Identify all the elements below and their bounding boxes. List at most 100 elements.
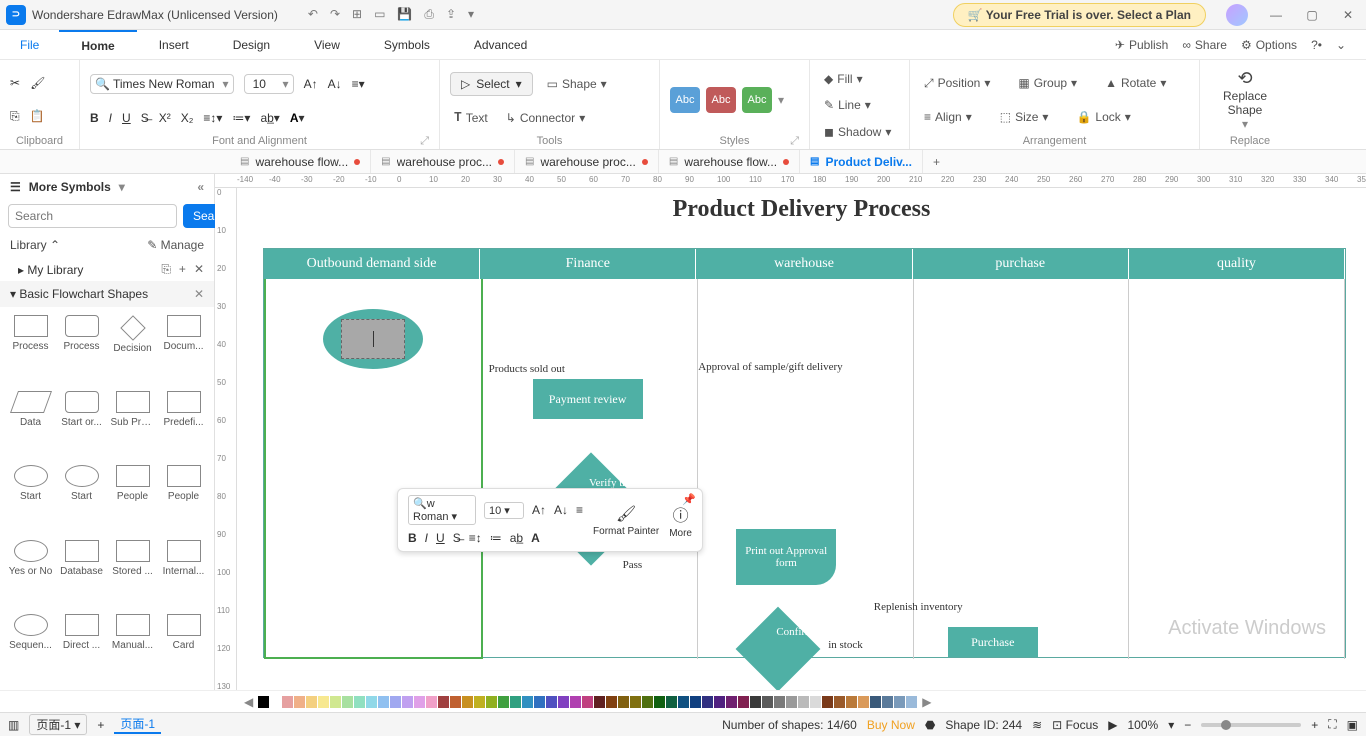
pin-icon[interactable]: 📌 bbox=[682, 493, 696, 506]
color-swatch[interactable] bbox=[702, 696, 713, 708]
italic-icon[interactable]: I bbox=[109, 111, 112, 125]
copy-icon[interactable]: ⎘ bbox=[10, 109, 20, 124]
document-tab[interactable]: ▤warehouse proc... bbox=[371, 150, 515, 173]
search-input[interactable] bbox=[8, 204, 177, 228]
color-swatch[interactable] bbox=[630, 696, 641, 708]
color-swatch[interactable] bbox=[270, 696, 281, 708]
color-swatch[interactable] bbox=[474, 696, 485, 708]
shape-stored ...[interactable]: Stored ... bbox=[108, 538, 157, 610]
color-prev-icon[interactable]: ◀ bbox=[240, 695, 257, 709]
color-swatch[interactable] bbox=[486, 696, 497, 708]
shape-sequen...[interactable]: Sequen... bbox=[6, 612, 55, 684]
paste-icon[interactable]: 📋 bbox=[30, 109, 45, 123]
float-fontcolor-icon[interactable]: A bbox=[531, 531, 540, 545]
paintbrush-icon[interactable]: 🖌 bbox=[30, 76, 45, 90]
shape-start or...[interactable]: Start or... bbox=[57, 389, 106, 461]
tab-symbols[interactable]: Symbols bbox=[362, 30, 452, 59]
color-swatch[interactable] bbox=[666, 696, 677, 708]
export-icon[interactable]: ⇪ bbox=[446, 7, 456, 22]
grow-font-icon[interactable]: A↑ bbox=[304, 77, 318, 91]
layers-icon[interactable]: ≋ bbox=[1032, 718, 1042, 732]
lane-header-2[interactable]: warehouse bbox=[696, 249, 912, 279]
undo-icon[interactable]: ↶ bbox=[308, 7, 318, 22]
maximize-icon[interactable]: ▢ bbox=[1294, 0, 1330, 30]
bold-icon[interactable]: B bbox=[90, 111, 99, 125]
redo-icon[interactable]: ↷ bbox=[330, 7, 340, 22]
color-swatch[interactable] bbox=[750, 696, 761, 708]
color-swatch[interactable] bbox=[822, 696, 833, 708]
color-swatch[interactable] bbox=[870, 696, 881, 708]
shape-tool[interactable]: ▭ Shape ▾ bbox=[543, 75, 611, 93]
shape-sub pro...[interactable]: Sub Pro... bbox=[108, 389, 157, 461]
float-spacing-icon[interactable]: ≡↕ bbox=[469, 531, 482, 545]
color-swatch[interactable] bbox=[402, 696, 413, 708]
lib-close-icon[interactable]: ✕ bbox=[194, 262, 204, 277]
font-family-select[interactable]: 🔍Times New Roman▾ bbox=[90, 74, 234, 94]
color-swatch[interactable] bbox=[906, 696, 917, 708]
trial-banner[interactable]: 🛒 Your Free Trial is over. Select a Plan bbox=[953, 3, 1207, 27]
shape-direct ...[interactable]: Direct ... bbox=[57, 612, 106, 684]
group-button[interactable]: ▦ Group▾ bbox=[1014, 74, 1081, 92]
float-bold-icon[interactable]: B bbox=[408, 531, 417, 545]
options-button[interactable]: ⚙ Options bbox=[1241, 38, 1297, 52]
shape-yes or no[interactable]: Yes or No bbox=[6, 538, 55, 610]
lock-button[interactable]: 🔒 Lock▾ bbox=[1072, 108, 1134, 126]
document-tab[interactable]: ▤Product Deliv... bbox=[800, 150, 923, 173]
bullet-list-icon[interactable]: ≔▾ bbox=[232, 111, 250, 125]
color-next-icon[interactable]: ▶ bbox=[918, 695, 935, 709]
focus-toggle[interactable]: ⊡ Focus bbox=[1052, 718, 1098, 732]
connector-tool[interactable]: ↳ Connector ▾ bbox=[502, 109, 589, 127]
text-tool[interactable]: 𝐓 Text bbox=[450, 108, 492, 127]
payment-review-box[interactable]: Payment review bbox=[533, 379, 643, 419]
publish-button[interactable]: ✈ Publish bbox=[1115, 38, 1168, 52]
save-icon[interactable]: 💾 bbox=[397, 7, 412, 22]
color-swatch[interactable] bbox=[294, 696, 305, 708]
size-button[interactable]: ⬚ Size▾ bbox=[996, 108, 1053, 126]
float-bullets-icon[interactable]: ≔ bbox=[490, 531, 502, 545]
color-swatch[interactable] bbox=[738, 696, 749, 708]
shape-people[interactable]: People bbox=[159, 463, 208, 535]
lib-action-1[interactable]: ⎘ bbox=[161, 262, 171, 277]
color-swatch[interactable] bbox=[354, 696, 365, 708]
color-swatch[interactable] bbox=[594, 696, 605, 708]
floating-toolbar[interactable]: 📌 🔍w Roman ▾ 10 ▾ A↑ A↓ ≡ B I U S̶ ≡ bbox=[397, 488, 703, 552]
color-swatch[interactable] bbox=[450, 696, 461, 708]
more-symbols[interactable]: More Symbols bbox=[29, 180, 111, 194]
color-swatch[interactable] bbox=[258, 696, 269, 708]
color-swatch[interactable] bbox=[342, 696, 353, 708]
color-swatch[interactable] bbox=[846, 696, 857, 708]
highlight-icon[interactable]: ab̲▾ bbox=[260, 111, 279, 125]
color-swatch[interactable] bbox=[330, 696, 341, 708]
strike-icon[interactable]: S̶ bbox=[141, 111, 149, 125]
color-swatch[interactable] bbox=[834, 696, 845, 708]
theme-swatch-1[interactable]: Abc bbox=[670, 87, 700, 113]
shape-start[interactable]: Start bbox=[6, 463, 55, 535]
shape-decision[interactable]: Decision bbox=[108, 313, 157, 387]
fit-page-icon[interactable]: ⛶ bbox=[1328, 717, 1336, 732]
add-tab-button[interactable]: + bbox=[923, 155, 950, 169]
tab-insert[interactable]: Insert bbox=[137, 30, 211, 59]
color-swatch[interactable] bbox=[378, 696, 389, 708]
font-color-icon[interactable]: A▾ bbox=[290, 111, 305, 125]
float-font-select[interactable]: 🔍w Roman ▾ bbox=[408, 495, 476, 525]
color-swatch[interactable] bbox=[582, 696, 593, 708]
text-edit-box[interactable] bbox=[341, 319, 405, 359]
color-swatch[interactable] bbox=[762, 696, 773, 708]
page-select[interactable]: 页面-1 ▾ bbox=[29, 714, 87, 735]
purchase-box[interactable]: Purchase bbox=[948, 627, 1038, 657]
buy-now-link[interactable]: Buy Now bbox=[867, 718, 915, 732]
float-strike-icon[interactable]: S̶ bbox=[453, 531, 461, 545]
line-button[interactable]: ✎ Line ▾ bbox=[820, 96, 899, 114]
color-swatch[interactable] bbox=[498, 696, 509, 708]
color-swatch[interactable] bbox=[414, 696, 425, 708]
shape-people[interactable]: People bbox=[108, 463, 157, 535]
color-swatch[interactable] bbox=[390, 696, 401, 708]
align-menu-icon[interactable]: ≡▾ bbox=[352, 77, 365, 91]
shape-start[interactable]: Start bbox=[57, 463, 106, 535]
document-tab[interactable]: ▤warehouse proc... bbox=[515, 150, 659, 173]
color-swatch[interactable] bbox=[558, 696, 569, 708]
printout-shape[interactable]: Print out Approval form bbox=[736, 529, 836, 585]
theme-swatch-3[interactable]: Abc bbox=[742, 87, 772, 113]
color-swatch[interactable] bbox=[366, 696, 377, 708]
color-swatch[interactable] bbox=[714, 696, 725, 708]
